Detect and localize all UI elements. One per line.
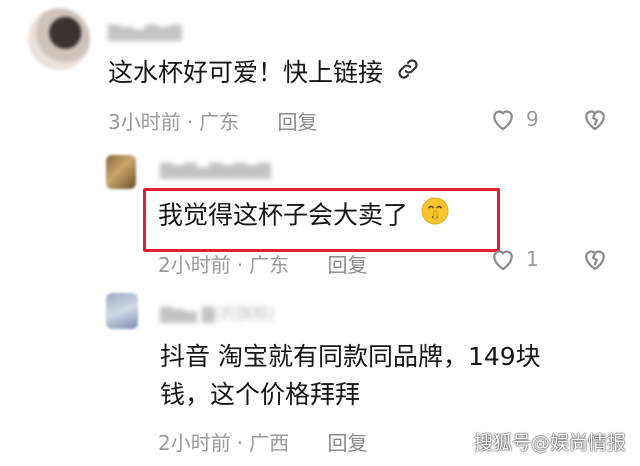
watermark: 搜狐号@娱尚情报	[473, 432, 626, 454]
comment-location: 广东	[199, 110, 240, 134]
broken-heart-icon[interactable]	[580, 244, 610, 274]
username[interactable]: ▇▆▅▇▆▇	[108, 22, 182, 41]
username[interactable]: ▇▆▇▅▇▆▇▆▇	[160, 160, 271, 179]
comment-text: 这水杯好可爱！快上链接	[108, 54, 421, 93]
like-button[interactable]: 1	[488, 244, 539, 274]
comment-text: 我觉得这杯子会大卖了	[158, 196, 450, 237]
reply-button[interactable]: 回复	[327, 253, 367, 277]
comment-time: 2小时前	[158, 431, 231, 455]
comment-location: 广东	[249, 253, 290, 277]
comment-meta: 2小时前 · 广西 回复	[158, 431, 368, 455]
comment-location: 广西	[249, 431, 290, 455]
broken-heart-icon[interactable]	[580, 104, 610, 134]
comment-meta: 3小时前 · 广东 回复	[108, 110, 318, 134]
heart-icon	[493, 110, 513, 131]
reply-button[interactable]: 回复	[327, 431, 367, 455]
like-count: 9	[526, 107, 539, 131]
comment-time: 2小时前	[158, 253, 231, 277]
comment-text-content: 我觉得这杯子会大卖了	[158, 200, 409, 230]
comment-meta: 2小时前 · 广东 回复	[158, 253, 368, 277]
like-button[interactable]: 9	[488, 104, 539, 134]
comment-time: 3小时前	[108, 110, 181, 134]
reply-button[interactable]: 回复	[277, 110, 317, 134]
shushing-face-emoji	[420, 196, 450, 237]
comment-text-content: 这水杯好可爱！快上链接	[108, 58, 384, 87]
link-icon	[395, 55, 421, 93]
comment-text-line: 钱，这个价格拜拜	[160, 380, 361, 409]
heart-icon	[493, 250, 513, 271]
comment-text-line: 抖音 淘宝就有同款同品牌，149块	[160, 342, 541, 371]
like-count: 1	[526, 247, 539, 271]
avatar[interactable]	[106, 293, 138, 329]
avatar[interactable]	[106, 155, 136, 189]
comment-text: 抖音 淘宝就有同款同品牌，149块 钱，这个价格拜拜	[160, 338, 541, 414]
username[interactable]: ▇▆▅ ▇(的旗舰)	[160, 300, 275, 323]
avatar[interactable]	[28, 8, 90, 70]
